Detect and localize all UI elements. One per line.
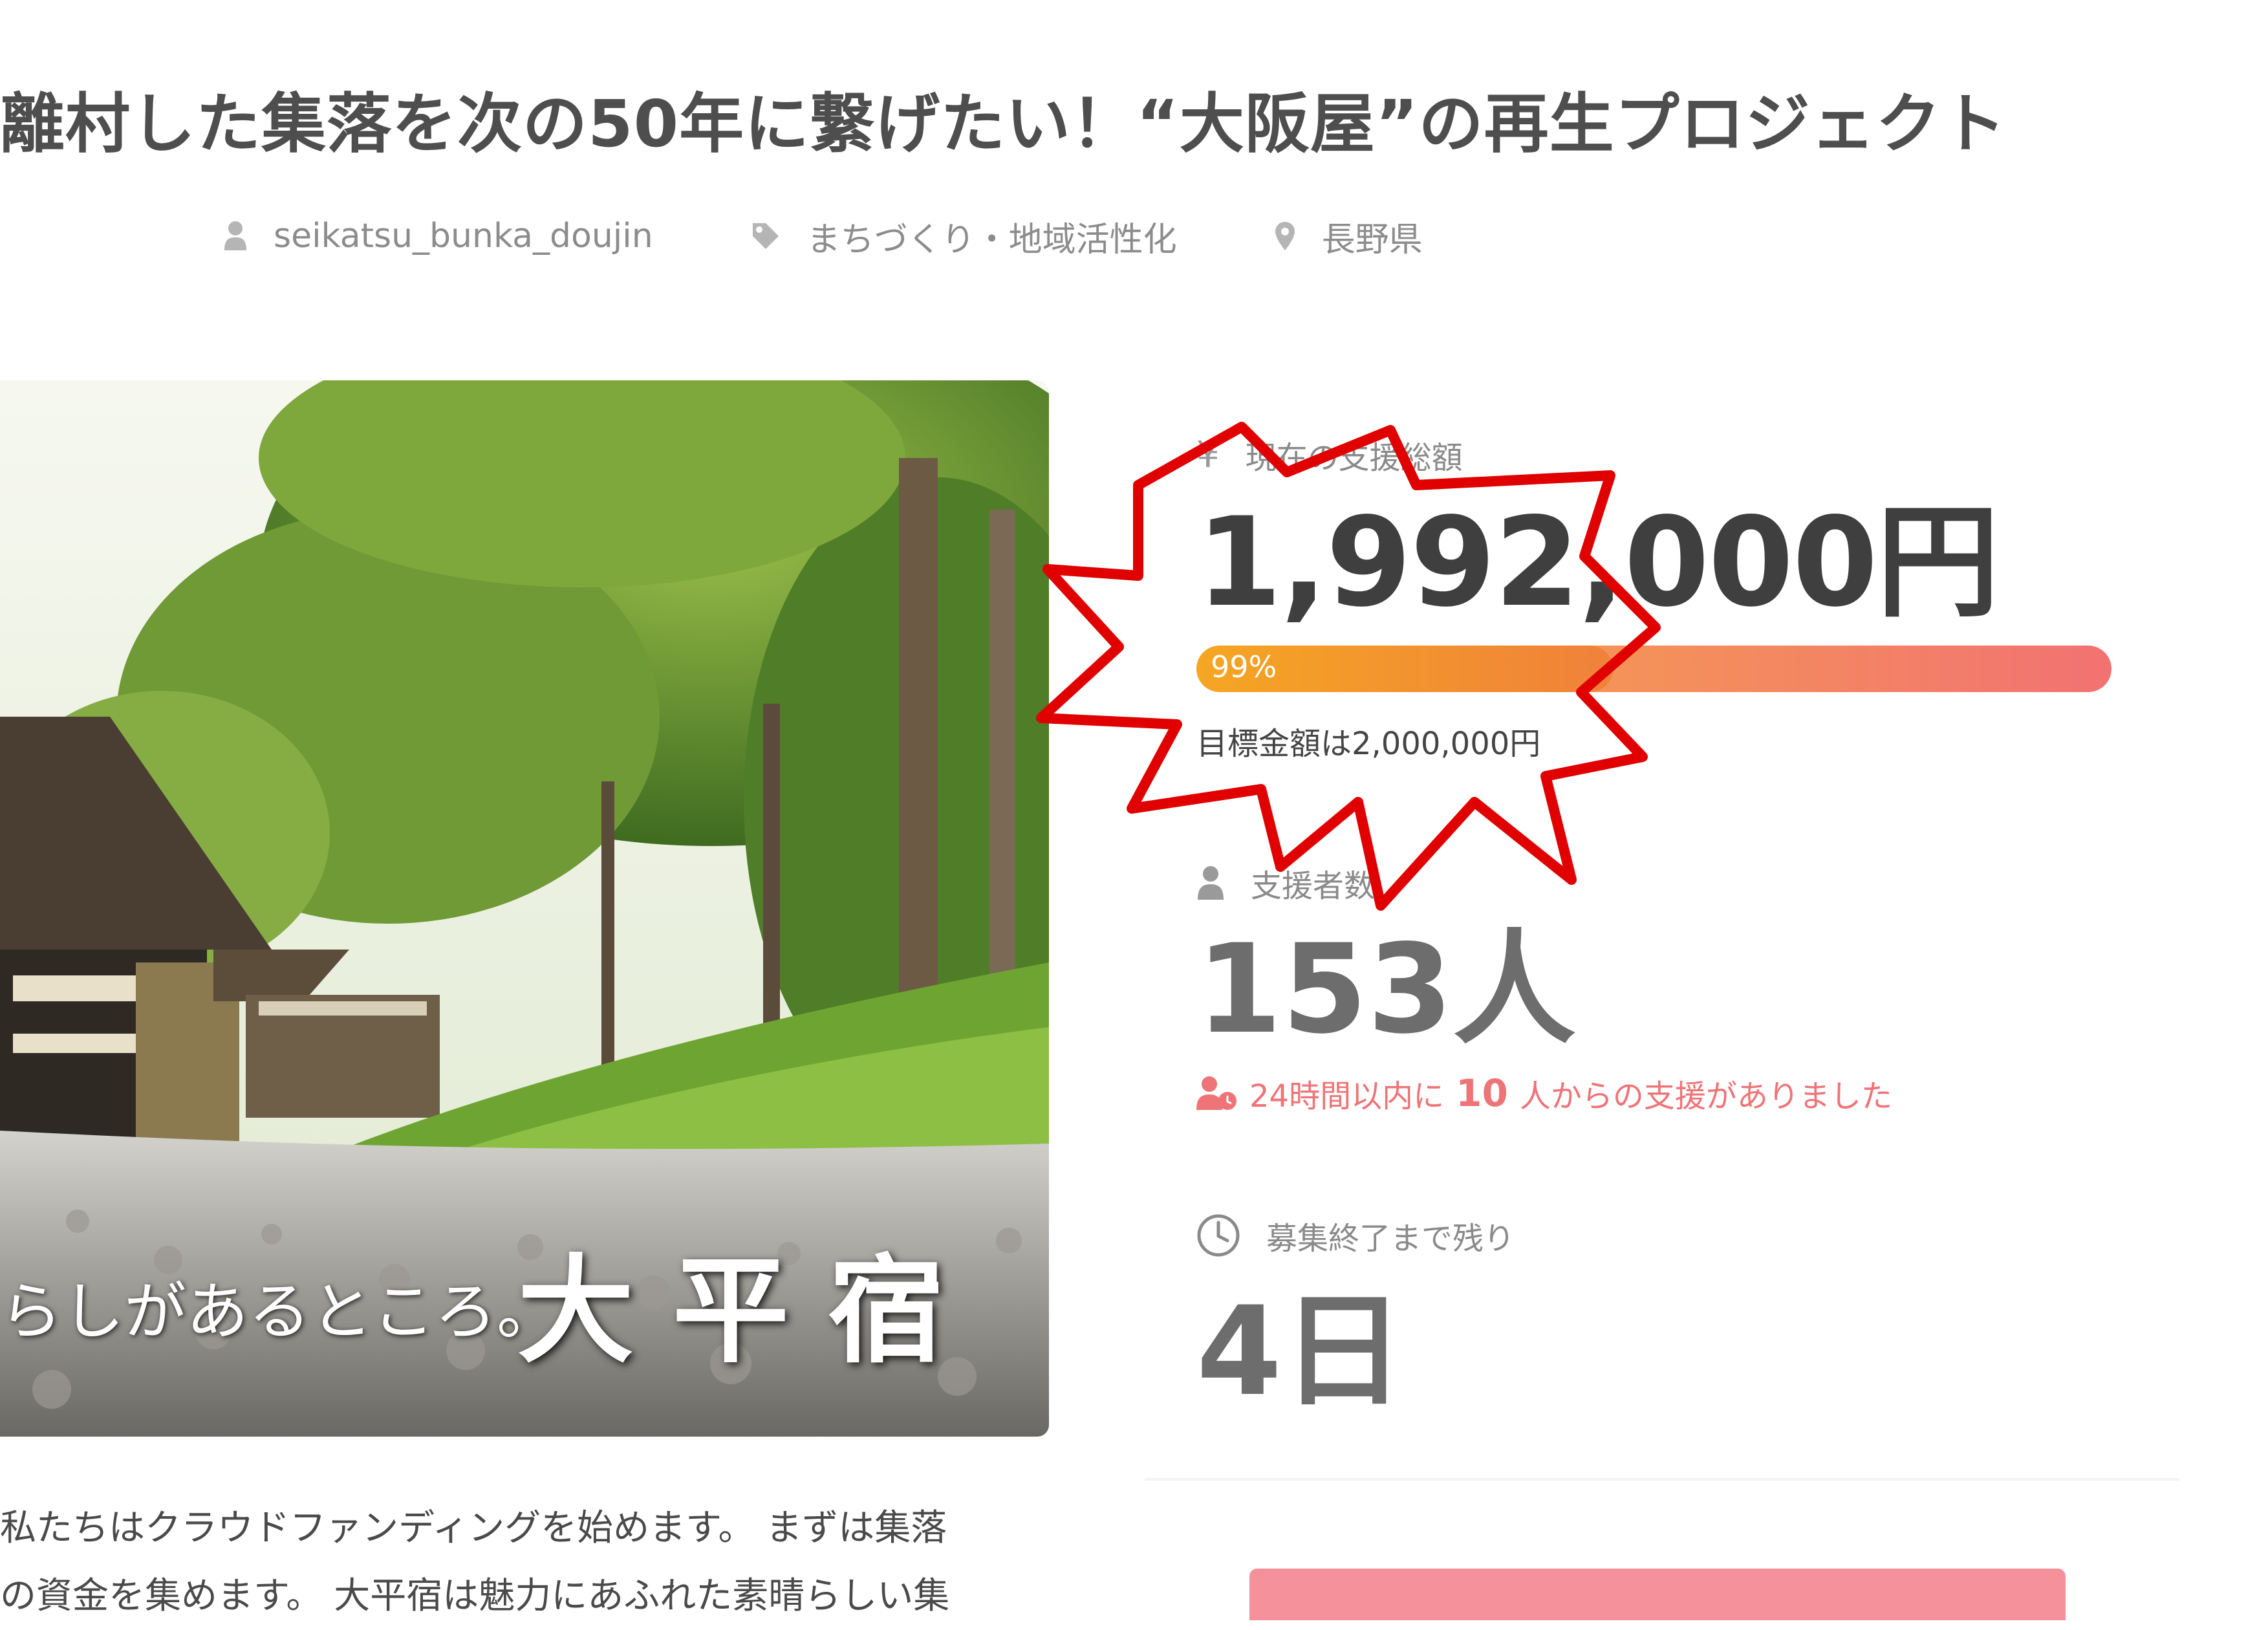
recent-backers-note: 24時間以内に 10 人からの支援がありました (1196, 1070, 1892, 1116)
project-intro: 私たちはクラウドファンディングを始めます。 まずは集落 の資金を集めます。 大平… (0, 1494, 1061, 1630)
backers-count: 153人 (1196, 918, 1576, 1061)
user-clock-icon (1196, 1076, 1237, 1110)
hero-brand-text: 大平宿 (517, 1243, 984, 1379)
backers-label: 支援者数 (1251, 868, 1376, 904)
category-link[interactable]: まちづくり・地域活性化 (750, 212, 1177, 261)
amount-label-row: ¥ 現在の支援総額 (1196, 432, 1463, 477)
recent-suffix: 人からの支援がありました (1519, 1078, 1892, 1114)
progress-percent: 99% (1211, 649, 1277, 684)
goal-amount: 目標金額は2,000,000円 (1196, 726, 1541, 762)
amount-value: 1,992,000円 (1196, 491, 2000, 634)
recent-prefix: 24時間以内に (1249, 1078, 1445, 1114)
divider (1145, 1478, 2179, 1481)
recent-count: 10 (1456, 1071, 1508, 1115)
funding-progress-bar: 99% (1196, 646, 2111, 692)
user-icon (224, 221, 246, 250)
clock-icon (1197, 1214, 1240, 1257)
remaining-label-row: 募集終了まで残り (1196, 1213, 1515, 1258)
remaining-days: 4日 (1196, 1280, 1405, 1423)
project-meta: seikatsu_bunka_doujin まちづくり・地域活性化 長野県 (223, 210, 1423, 262)
intro-line: の資金を集めます。 大平宿は魅力にあふれた素晴らしい集 (0, 1575, 950, 1617)
author-name: seikatsu_bunka_doujin (274, 217, 653, 255)
location-name: 長野県 (1321, 220, 1423, 259)
category-name: まちづくり・地域活性化 (806, 220, 1177, 259)
intro-line: 私たちはクラウドファンディングを始めます。 まずは集落 (0, 1507, 947, 1549)
user-icon (1198, 866, 1224, 900)
backers-label-row: 支援者数 (1196, 860, 1375, 906)
amount-label: 現在の支援総額 (1245, 440, 1463, 476)
hero-caption: らしがあるところ。 (0, 1276, 559, 1348)
tag-icon (752, 223, 779, 249)
yen-icon: ¥ (1196, 433, 1220, 476)
author-link[interactable]: seikatsu_bunka_doujin (223, 217, 653, 255)
page-title: 離村した集落を次の50年に繋げたい！“大阪屋”の再生プロジェクト (0, 86, 2007, 162)
map-pin-icon (1275, 222, 1295, 250)
location-link[interactable]: 長野県 (1274, 212, 1423, 261)
remaining-label: 募集終了まで残り (1266, 1221, 1515, 1257)
support-button[interactable] (1249, 1569, 2066, 1620)
